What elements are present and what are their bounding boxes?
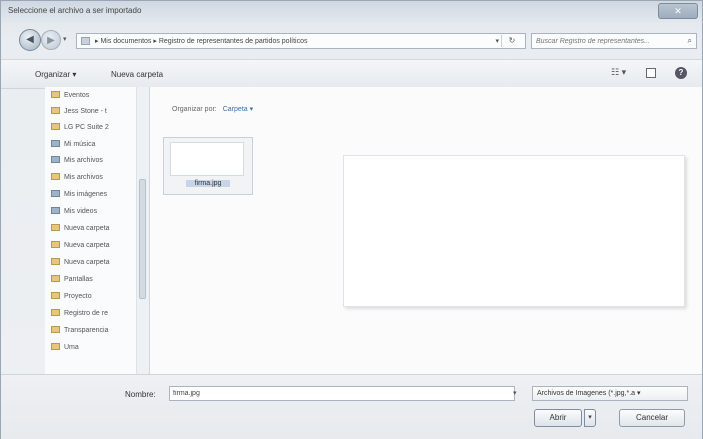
arrange-by-dropdown[interactable]: Carpeta ▾ [223,106,253,113]
address-bar[interactable]: ▸ Mis documentos ▸ Registro de represent… [76,33,526,49]
search-input[interactable] [536,35,676,47]
file-type-filter[interactable]: Archivos de Imagenes (*.jpg,*.a ▾ [532,386,688,401]
file-item[interactable]: firma.jpg [163,137,253,195]
filename-input[interactable] [173,388,473,399]
dialog-title: Seleccione el archivo a ser importado [8,6,142,15]
music-library-icon [51,140,60,147]
file-list-area[interactable]: Organizar por: Carpeta ▾ firma.jpg [150,87,702,374]
folder-icon [51,123,60,130]
sidebar-item[interactable]: Registro de re [51,307,143,321]
sidebar-item[interactable]: Mis imágenes [51,188,143,202]
sidebar-item[interactable]: LG PC Suite 2 [51,121,143,135]
cancel-button[interactable]: Cancelar [619,409,685,427]
folder-icon [51,224,60,231]
arrange-by: Organizar por: Carpeta ▾ [172,105,253,113]
file-open-dialog: Seleccione el archivo a ser importado ✕ … [0,0,703,439]
folder-icon [51,107,60,114]
image-thumbnail [170,142,244,176]
sidebar-item[interactable]: Proyecto [51,290,143,304]
new-folder-button[interactable]: Nueva carpeta [111,70,163,79]
preview-pane-button[interactable] [646,68,656,78]
filename-dropdown-button[interactable]: ▾ [513,389,517,397]
breadcrumb[interactable]: ▸ Mis documentos ▸ Registro de represent… [95,37,307,45]
filename-label: Nombre: [125,390,156,399]
videos-library-icon [51,207,60,214]
folder-icon [51,241,60,248]
preview-panel [343,155,685,307]
sidebar-item[interactable]: Transparencia [51,324,143,338]
forward-button[interactable]: ▶ [41,30,61,50]
title-bar: Seleccione el archivo a ser importado ✕ [1,1,702,23]
folder-icon [51,343,60,350]
folder-icon [81,37,90,45]
folder-icon [51,258,60,265]
arrange-by-label: Organizar por: [172,106,217,113]
sidebar-item[interactable]: Nueva carpeta [51,222,143,236]
open-options-button[interactable]: ▾ [584,409,596,427]
pictures-library-icon [51,190,60,197]
dialog-footer: Nombre: ▾ Archivos de Imagenes (*.jpg,*.… [1,374,702,439]
sidebar-item[interactable]: Jess Stone - t [51,105,143,119]
folder-icon [51,309,60,316]
scrollbar-thumb[interactable] [139,179,146,299]
recent-locations-dropdown[interactable]: ▾ [63,35,67,43]
command-bar: Organizar ▾ Nueva carpeta ☷ ▾ ? [1,59,702,89]
folder-icon [51,173,60,180]
navigation-scrollbar[interactable] [136,87,149,374]
refresh-button[interactable]: ↻ [501,35,522,47]
sidebar-item[interactable]: Mis videos [51,205,143,219]
close-button[interactable]: ✕ [658,3,698,19]
filename-field[interactable] [169,386,515,401]
folder-icon [51,91,60,98]
address-dropdown-button[interactable]: ▾ [495,37,499,45]
folder-icon [51,326,60,333]
sidebar-item[interactable]: Pantallas [51,273,143,287]
open-button[interactable]: Abrir [534,409,582,427]
search-icon[interactable]: ⌕ [688,36,692,46]
sidebar-item[interactable]: Mis archivos [51,171,143,185]
file-name-label: firma.jpg [186,180,230,187]
sidebar-item[interactable]: Uma [51,341,143,355]
change-view-button[interactable]: ☷ ▾ [611,67,635,81]
help-icon[interactable]: ? [675,67,687,79]
sidebar-item[interactable]: Mis archivos [51,154,143,168]
sidebar-item[interactable]: Nueva carpeta [51,239,143,253]
folder-icon [51,292,60,299]
organize-button[interactable]: Organizar ▾ [35,70,76,79]
folder-icon [51,275,60,282]
navigation-pane: Eventos Jess Stone - t LG PC Suite 2 Mi … [45,87,150,374]
search-box[interactable]: ⌕ [531,33,697,49]
sidebar-item[interactable]: Eventos [51,89,143,103]
documents-library-icon [51,156,60,163]
back-button[interactable]: ◀ [19,29,41,51]
sidebar-item[interactable]: Mi música [51,138,143,152]
sidebar-item[interactable]: Nueva carpeta [51,256,143,270]
